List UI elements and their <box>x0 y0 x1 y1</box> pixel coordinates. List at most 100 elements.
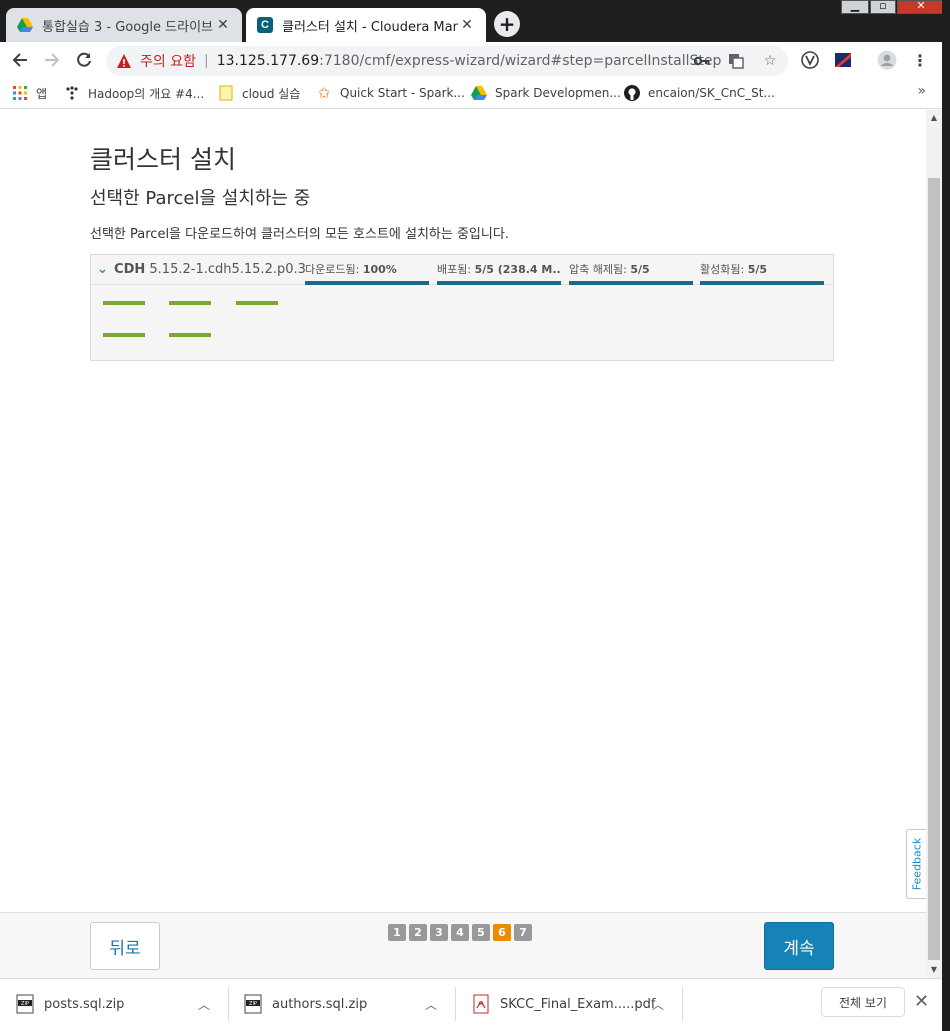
bookmark-label: 앱 <box>36 86 48 101</box>
stage-value: 5/5 <box>747 263 768 276</box>
browser-toolbar: 주의 요함 | 13.125.177.69:7180/cmf/express-w… <box>0 42 950 78</box>
bookmark-spark-dev[interactable]: Spark Developmen... <box>471 83 621 103</box>
security-warning[interactable]: 주의 요함 <box>116 51 196 71</box>
chevron-up-icon[interactable]: ︿ <box>652 996 664 1013</box>
tab-google-drive[interactable]: 통합실습 3 - Google 드라이브 ✕ <box>6 8 242 42</box>
stage-value: 5/5 (238.4 M... <box>474 263 561 276</box>
step-5: 5 <box>472 924 490 941</box>
page-title: 클러스터 설치 <box>90 145 236 174</box>
step-3: 3 <box>430 924 448 941</box>
close-icon[interactable]: ✕ <box>214 17 232 33</box>
menu-dots-icon[interactable]: ⋮ <box>910 50 930 70</box>
stage-label: 압축 해제됨: <box>569 263 627 276</box>
feedback-tab[interactable]: Feedback <box>906 829 926 899</box>
chevron-up-icon[interactable]: ︿ <box>425 996 437 1013</box>
stage-value: 100% <box>362 263 397 276</box>
show-all-downloads-button[interactable]: 전체 보기 <box>821 987 905 1017</box>
chevron-down-icon[interactable]: ⌄ <box>97 262 108 277</box>
page-description: 선택한 Parcel을 다운로드하여 클러스터의 모든 호스트에 설치하는 중입… <box>90 227 509 242</box>
download-filename: SKCC_Final_Exam.....pdf <box>500 996 656 1012</box>
download-item[interactable]: ZIP posts.sql.zip ︿ <box>16 979 226 1029</box>
tab-strip: 통합실습 3 - Google 드라이브 ✕ C 클러스터 설치 - Cloud… <box>0 0 950 42</box>
parcel-header[interactable]: ⌄ CDH 5.15.2-1.cdh5.15.2.p0.3 다운로드됨: 100… <box>91 255 833 285</box>
download-item[interactable]: ZIP authors.sql.zip ︿ <box>244 979 454 1029</box>
continue-button[interactable]: 계속 <box>764 922 834 970</box>
divider <box>455 987 456 1021</box>
stage-unpacked: 압축 해제됨: 5/5 <box>569 261 693 285</box>
host-status-bar[interactable] <box>169 333 211 337</box>
cloudera-icon: C <box>256 16 274 34</box>
close-icon[interactable]: ✕ <box>458 17 476 33</box>
folder-icon <box>218 85 234 101</box>
window-border <box>942 0 950 1031</box>
download-filename: posts.sql.zip <box>44 996 125 1012</box>
progress-bar <box>700 281 824 285</box>
github-icon <box>624 85 640 101</box>
forward-arrow-icon[interactable] <box>40 48 64 72</box>
tab-cloudera[interactable]: C 클러스터 설치 - Cloudera Mana ✕ <box>246 8 486 42</box>
host-status-bar[interactable] <box>103 333 145 337</box>
profile-avatar-icon[interactable] <box>877 50 897 70</box>
window-close-button[interactable]: ✕ <box>897 0 945 14</box>
vivaldi-extension-icon[interactable] <box>800 50 820 70</box>
host-status-bar[interactable] <box>103 301 145 305</box>
bookmarks-bar: 앱 Hadoop의 개요 #4... cloud 실습 ✩ Quick Star… <box>0 78 950 109</box>
stage-label: 배포됨: <box>437 263 472 276</box>
url-host: 13.125.177.69 <box>216 53 320 69</box>
download-item[interactable]: SKCC_Final_Exam.....pdf ︿ <box>472 979 682 1029</box>
stage-label: 다운로드됨: <box>305 263 360 276</box>
stage-distributed: 배포됨: 5/5 (238.4 M... <box>437 261 561 285</box>
stage-downloaded: 다운로드됨: 100% <box>305 261 429 285</box>
bookmark-cloud[interactable]: cloud 실습 <box>218 83 300 103</box>
step-2: 2 <box>409 924 427 941</box>
star-icon: ✩ <box>317 84 331 102</box>
divider <box>228 987 229 1021</box>
bookmark-label: Hadoop의 개요 #4... <box>88 86 205 101</box>
new-tab-button[interactable]: + <box>494 11 520 37</box>
apps-grid-icon <box>12 85 28 101</box>
zip-file-icon: ZIP <box>16 994 34 1014</box>
bookmark-hadoop[interactable]: Hadoop의 개요 #4... <box>64 83 204 103</box>
bookmark-github[interactable]: encaion/SK_CnC_St... <box>624 83 775 103</box>
stage-value: 5/5 <box>630 263 650 276</box>
back-arrow-icon[interactable] <box>8 48 32 72</box>
bookmark-quickstart[interactable]: ✩ Quick Start - Spark... <box>316 83 465 103</box>
progress-bar <box>569 281 693 285</box>
minimize-button[interactable]: ▁ <box>841 0 869 14</box>
step-1: 1 <box>388 924 406 941</box>
close-icon[interactable]: ✕ <box>914 991 929 1012</box>
chevron-up-icon[interactable]: ︿ <box>198 996 210 1013</box>
bookmark-label: cloud 실습 <box>242 86 301 101</box>
svg-text:ZIP: ZIP <box>249 1001 257 1007</box>
key-icon[interactable] <box>692 51 712 71</box>
flag-extension-icon[interactable] <box>833 50 853 70</box>
svg-text:ZIP: ZIP <box>21 1001 29 1007</box>
maximize-button[interactable]: ▫ <box>870 0 896 14</box>
address-bar[interactable]: 주의 요함 | 13.125.177.69:7180/cmf/express-w… <box>106 46 788 76</box>
translate-icon[interactable] <box>726 51 746 71</box>
back-button[interactable]: 뒤로 <box>90 922 160 970</box>
scroll-thumb[interactable] <box>928 178 940 960</box>
host-status-bar[interactable] <box>169 301 211 305</box>
star-bookmark-icon[interactable]: ☆ <box>760 51 780 71</box>
wizard-footer: 뒤로 1 2 3 4 5 6 7 계속 <box>0 912 926 978</box>
host-status-bar[interactable] <box>236 301 278 305</box>
bookmark-label: Quick Start - Spark... <box>340 86 465 100</box>
reload-icon[interactable] <box>72 48 96 72</box>
download-filename: authors.sql.zip <box>272 996 368 1012</box>
more-bookmarks-icon[interactable]: » <box>917 83 926 99</box>
pdf-file-icon <box>472 994 490 1014</box>
progress-bar <box>437 281 561 285</box>
scroll-up-icon[interactable]: ▲ <box>926 110 942 126</box>
bookmark-label: Spark Developmen... <box>495 86 621 100</box>
divider <box>682 987 683 1021</box>
step-7: 7 <box>514 924 532 941</box>
bookmark-label: encaion/SK_CnC_St... <box>648 86 775 100</box>
parcel-name[interactable]: ⌄ CDH 5.15.2-1.cdh5.15.2.p0.3 <box>97 262 306 277</box>
scroll-down-icon[interactable]: ▼ <box>926 962 942 978</box>
google-drive-icon <box>16 16 34 34</box>
page-scrollbar[interactable]: ▲ ▼ <box>926 110 942 978</box>
bookmark-apps[interactable]: 앱 <box>12 83 47 103</box>
parcel-product: CDH <box>114 262 146 277</box>
feedback-label: Feedback <box>910 837 923 891</box>
